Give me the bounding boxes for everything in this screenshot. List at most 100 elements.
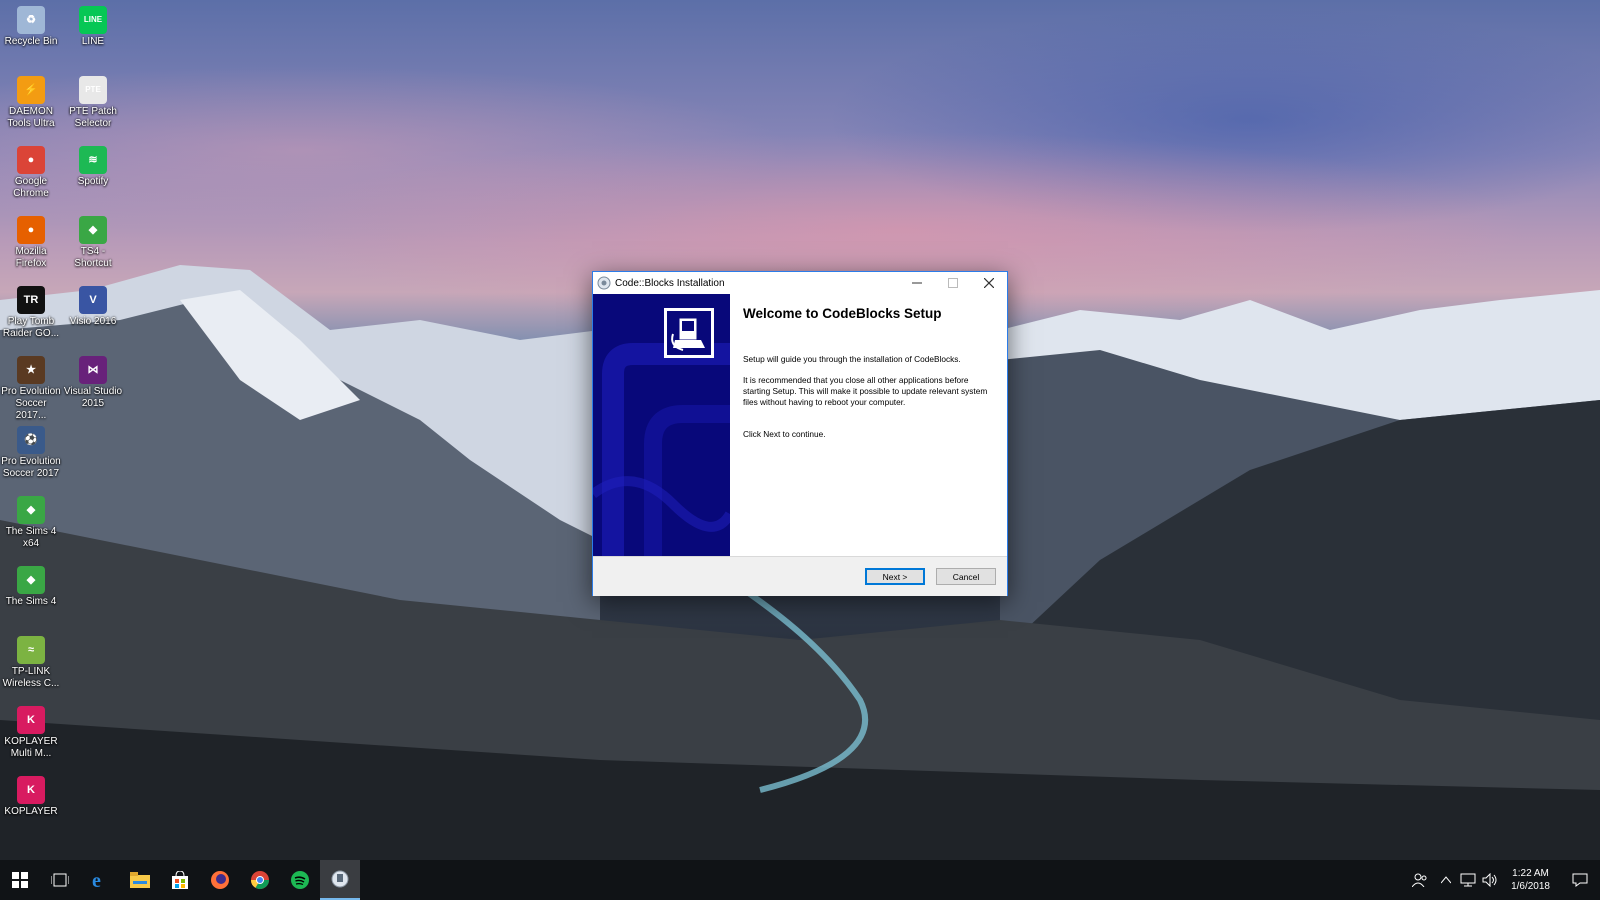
taskbar-codeblocks-installer[interactable] [320,860,360,900]
desktop-icon-label: KOPLAYER Multi M... [4,736,58,759]
clock-date: 1/6/2018 [1511,881,1550,892]
taskbar-task-view[interactable] [40,860,80,900]
desktop-icon-label: KOPLAYER [4,806,58,817]
svg-text:e: e [92,870,101,890]
sims4-x64-icon: ◆ [17,496,45,524]
taskbar-chrome[interactable] [240,860,280,900]
desktop-icon[interactable]: ≈ TP-LINK Wireless C... [1,632,61,690]
codeblocks-banner-art [593,294,730,556]
maximize-icon [948,278,958,288]
desktop-icon-label: LINE [81,36,105,47]
edge-icon: e [92,870,101,890]
spotify-icon: ≋ [79,146,107,174]
desktop-icon[interactable]: ● Google Chrome [1,142,61,200]
show-hidden-icons-button[interactable] [1435,860,1457,900]
desktop-icon-label: Play Tomb Raider GO... [2,316,60,339]
koplayer-multi-icon: K [17,706,45,734]
desktop-icon-label: Pro Evolution Soccer 2017 [1,456,61,479]
desktop-icon[interactable]: ⚡ DAEMON Tools Ultra [1,72,61,130]
desktop-icon-label: PTE Patch Selector [69,106,117,129]
desktop-icon[interactable]: ⋈ Visual Studio 2015 [63,352,123,410]
taskbar-firefox[interactable] [200,860,240,900]
taskbar-file-explorer[interactable] [120,860,160,900]
desktop-icon[interactable]: K KOPLAYER [1,772,61,818]
window-title: Code::Blocks Installation [615,277,725,289]
tplink-icon: ≈ [17,636,45,664]
title-bar[interactable]: Code::Blocks Installation [593,272,1007,294]
desktop-icon[interactable]: K KOPLAYER Multi M... [1,702,61,760]
koplayer-icon: K [17,776,45,804]
pte-patch-icon: PTE [79,76,107,104]
desktop-icon-label: The Sims 4 x64 [5,526,57,549]
desktop-icon-label: Google Chrome [13,176,49,199]
desktop-icon[interactable]: ♻ Recycle Bin [1,2,61,48]
taskbar-edge[interactable]: e [80,860,120,900]
desktop-icon[interactable]: ◆ The Sims 4 [1,562,61,608]
welcome-heading: Welcome to CodeBlocks Setup [743,306,942,321]
installer-window[interactable]: Code::Blocks Installation Welcome to Cod… [592,271,1008,596]
line-app-icon: LINE [79,6,107,34]
minimize-icon [912,282,922,284]
button-bar: Next > Cancel [593,556,1007,596]
spotify-icon [291,871,309,889]
installer-side-banner [593,294,730,556]
recycle-bin-icon: ♻ [17,6,45,34]
desktop-icon-label: Mozilla Firefox [15,246,47,269]
firefox-icon [211,871,229,889]
desktop-icon-label: TP-LINK Wireless C... [2,666,60,689]
desktop-icon-label: Pro Evolution Soccer 2017... [1,386,61,421]
chevron-up-icon [1441,876,1452,884]
desktop-icon[interactable]: LINE LINE [63,2,123,48]
taskbar: e 1:22 AM 1/6/2018 [0,860,1600,900]
desktop-icon[interactable]: PTE PTE Patch Selector [63,72,123,130]
desktop-icon-label: DAEMON Tools Ultra [7,106,55,129]
maximize-button[interactable] [935,272,971,294]
continue-instruction: Click Next to continue. [743,429,826,439]
action-center-button[interactable] [1560,860,1600,900]
people-icon [1412,873,1427,887]
people-button[interactable] [1405,860,1435,900]
desktop-icon-label: Spotify [77,176,109,187]
notification-icon [1572,873,1588,887]
recommendation-text: It is recommended that you close all oth… [743,375,988,407]
minimize-button[interactable] [899,272,935,294]
chrome-icon [251,871,269,890]
cancel-button[interactable]: Cancel [936,568,996,585]
volume-button[interactable] [1479,860,1501,900]
desktop-icon-label: Visio 2016 [69,316,117,327]
next-button[interactable]: Next > [865,568,925,585]
desktop-icon[interactable]: ⚽ Pro Evolution Soccer 2017 [1,422,61,480]
desktop-icon[interactable]: ★ Pro Evolution Soccer 2017... [1,352,61,422]
pes-2017-icon: ⚽ [17,426,45,454]
sims4-icon: ◆ [17,566,45,594]
system-tray: 1:22 AM 1/6/2018 [1405,860,1600,900]
close-icon [984,278,994,288]
close-button[interactable] [971,272,1007,294]
desktop-icon[interactable]: ≋ Spotify [63,142,123,188]
desktop-icon[interactable]: V Visio 2016 [63,282,123,328]
windows-logo-icon [12,872,28,888]
desktop-icon[interactable]: ◆ TS4 - Shortcut [63,212,123,270]
pes-icon: ★ [17,356,45,384]
store-icon [172,871,188,889]
desktop-icon[interactable]: ◆ The Sims 4 x64 [1,492,61,550]
desktop-icon-label: Visual Studio 2015 [63,386,123,409]
clock-button[interactable]: 1:22 AM 1/6/2018 [1501,867,1560,893]
network-button[interactable] [1457,860,1479,900]
taskbar-spotify[interactable] [280,860,320,900]
welcome-content: Welcome to CodeBlocks Setup Setup will g… [730,294,1007,556]
start-button[interactable] [0,860,40,900]
intro-text: Setup will guide you through the install… [743,354,961,364]
desktop-icon[interactable]: TR Play Tomb Raider GO... [1,282,61,340]
installer-app-icon [597,276,611,290]
desktop-icon[interactable]: ● Mozilla Firefox [1,212,61,270]
firefox-icon: ● [17,216,45,244]
taskbar-store[interactable] [160,860,200,900]
chrome-icon: ● [17,146,45,174]
desktop-icon-label: The Sims 4 [5,596,57,607]
visio-icon: V [79,286,107,314]
visual-studio-icon: ⋈ [79,356,107,384]
network-icon [1460,873,1476,887]
clock-time: 1:22 AM [1512,868,1549,879]
sims-plumbob-icon: ◆ [79,216,107,244]
